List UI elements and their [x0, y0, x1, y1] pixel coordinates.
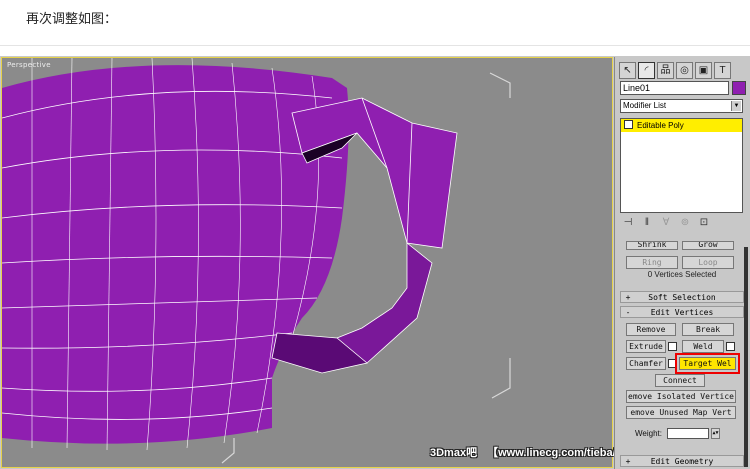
panel-tabs: ↖ ◜ 品 ◎ ▣ T: [619, 60, 733, 79]
rollout-title: Edit Vertices: [650, 308, 714, 317]
grow-button[interactable]: Grow: [682, 241, 734, 250]
viewport-label: Perspective: [7, 61, 51, 69]
viewport-scene: [2, 58, 511, 464]
extrude-button[interactable]: Extrude: [626, 340, 666, 353]
red-callout-box: [675, 353, 740, 374]
rollout-title: Soft Selection: [648, 293, 716, 302]
edit-geometry-rollout[interactable]: + Edit Geometry: [620, 455, 744, 467]
stack-toolbar: ⊣ ‖ ∀ ⊚ ⊡: [620, 217, 746, 231]
create-arrow-icon[interactable]: ↖: [619, 62, 636, 79]
remove-modifier-icon[interactable]: ⊚: [677, 217, 693, 228]
stack-item-editable-poly[interactable]: Editable Poly: [621, 119, 742, 132]
connect-button[interactable]: Connect: [655, 374, 705, 387]
watermark-brand: 3Dmax吧: [430, 447, 478, 459]
remove-button[interactable]: Remove: [626, 323, 676, 336]
panel-scrollbar[interactable]: [744, 247, 748, 467]
rollout-title: Edit Geometry: [650, 457, 714, 466]
perspective-viewport[interactable]: Perspective: [1, 57, 613, 468]
selection-status: 0 Vertices Selected: [647, 270, 717, 279]
stack-item-label: Editable Poly: [637, 121, 684, 130]
make-unique-icon[interactable]: ∀: [658, 217, 674, 228]
break-button[interactable]: Break: [682, 323, 734, 336]
weight-spinner-arrows[interactable]: ▲▼: [711, 428, 720, 439]
weight-spinner-input[interactable]: [667, 428, 709, 439]
hierarchy-icon[interactable]: 品: [657, 62, 674, 79]
extrude-settings-icon[interactable]: [668, 342, 677, 351]
ring-button[interactable]: Ring: [626, 256, 678, 269]
edit-vertices-rollout[interactable]: - Edit Vertices: [620, 306, 744, 318]
modifier-stack[interactable]: Editable Poly: [620, 118, 743, 213]
object-name-field[interactable]: Line01: [620, 81, 729, 95]
modify-icon[interactable]: ◜: [638, 62, 655, 79]
configure-sets-icon[interactable]: ⊡: [696, 217, 712, 228]
remove-isolated-vertices-button[interactable]: emove Isolated Vertice: [626, 390, 736, 403]
show-end-result-icon[interactable]: ‖: [639, 217, 655, 228]
pin-stack-icon[interactable]: ⊣: [620, 217, 636, 228]
remove-unused-map-verts-button[interactable]: emove Unused Map Vert: [626, 406, 736, 419]
modifier-list-label: Modifier List: [623, 101, 667, 110]
command-panel: ↖ ◜ 品 ◎ ▣ T Line01 Modifier List ▼ Editable P…: [614, 57, 750, 469]
chamfer-button[interactable]: Chamfer: [626, 357, 666, 370]
utilities-icon[interactable]: T: [714, 62, 731, 79]
loop-button[interactable]: Loop: [682, 256, 734, 269]
weld-settings-icon[interactable]: [726, 342, 735, 351]
motion-icon[interactable]: ◎: [676, 62, 693, 79]
chevron-down-icon: ▼: [731, 101, 741, 111]
divider: [0, 45, 750, 46]
weld-button[interactable]: Weld: [682, 340, 724, 353]
expand-plus-icon[interactable]: [624, 120, 633, 129]
weight-label: Weight:: [635, 429, 662, 438]
modifier-list-dropdown[interactable]: Modifier List ▼: [620, 99, 743, 113]
object-color-swatch[interactable]: [732, 81, 746, 95]
display-icon[interactable]: ▣: [695, 62, 712, 79]
post-caption: 再次调整如图：: [26, 11, 118, 26]
shrink-button[interactable]: Shrink: [626, 241, 678, 250]
soft-selection-rollout[interactable]: + Soft Selection: [620, 291, 744, 303]
